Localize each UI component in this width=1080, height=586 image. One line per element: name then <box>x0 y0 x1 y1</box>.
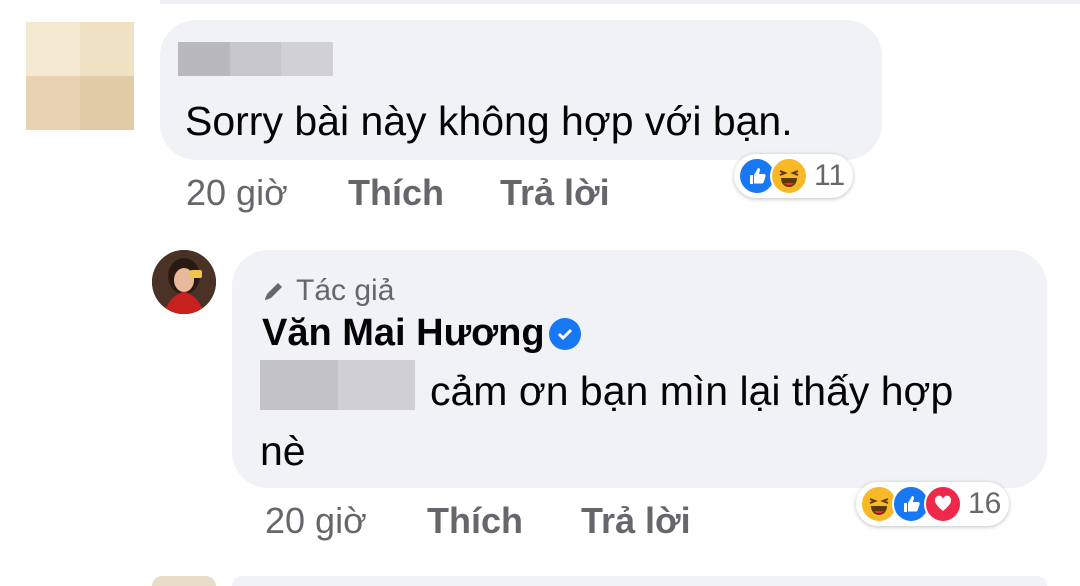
reaction-summary[interactable]: 11 <box>734 154 854 198</box>
comment-text: Sorry bài này không hợp với bạn. <box>185 98 793 144</box>
comment-time[interactable]: 20 giờ <box>186 172 288 214</box>
reply-text-line1: cảm ơn bạn mìn lại thấy hợp <box>430 368 954 414</box>
commenter-avatar[interactable] <box>26 22 134 130</box>
verified-badge-icon <box>548 317 581 350</box>
next-comment-avatar-edge <box>152 576 216 586</box>
reply-button[interactable]: Trả lời <box>500 172 610 214</box>
reply-text-line2: nè <box>260 428 306 474</box>
like-button[interactable]: Thích <box>348 172 444 214</box>
author-avatar[interactable] <box>152 250 216 314</box>
reply-reply-button[interactable]: Trả lời <box>581 500 691 542</box>
reply-reaction-summary[interactable]: 16 <box>856 482 1010 526</box>
reply-bubble: Tác giả Văn Mai Hương cảm ơn bạn mìn lại… <box>232 250 1047 488</box>
author-badge: Tác giả <box>262 274 394 308</box>
previous-comment-edge <box>160 0 1080 4</box>
next-comment-bubble-edge <box>232 576 1047 586</box>
haha-icon <box>770 157 808 195</box>
reaction-count: 11 <box>814 159 846 192</box>
commenter-name-blurred[interactable] <box>178 42 334 76</box>
pencil-icon <box>262 279 286 303</box>
author-name-label: Văn Mai Hương <box>262 312 545 354</box>
tagged-name-blurred[interactable] <box>260 360 415 410</box>
reply-time[interactable]: 20 giờ <box>265 500 367 542</box>
author-name[interactable]: Văn Mai Hương <box>262 312 581 355</box>
author-badge-label: Tác giả <box>296 274 395 307</box>
reply-like-button[interactable]: Thích <box>427 500 523 542</box>
love-icon <box>924 485 962 523</box>
reply-reaction-count: 16 <box>968 487 1002 520</box>
comment-bubble: Sorry bài này không hợp với bạn. <box>160 20 882 160</box>
